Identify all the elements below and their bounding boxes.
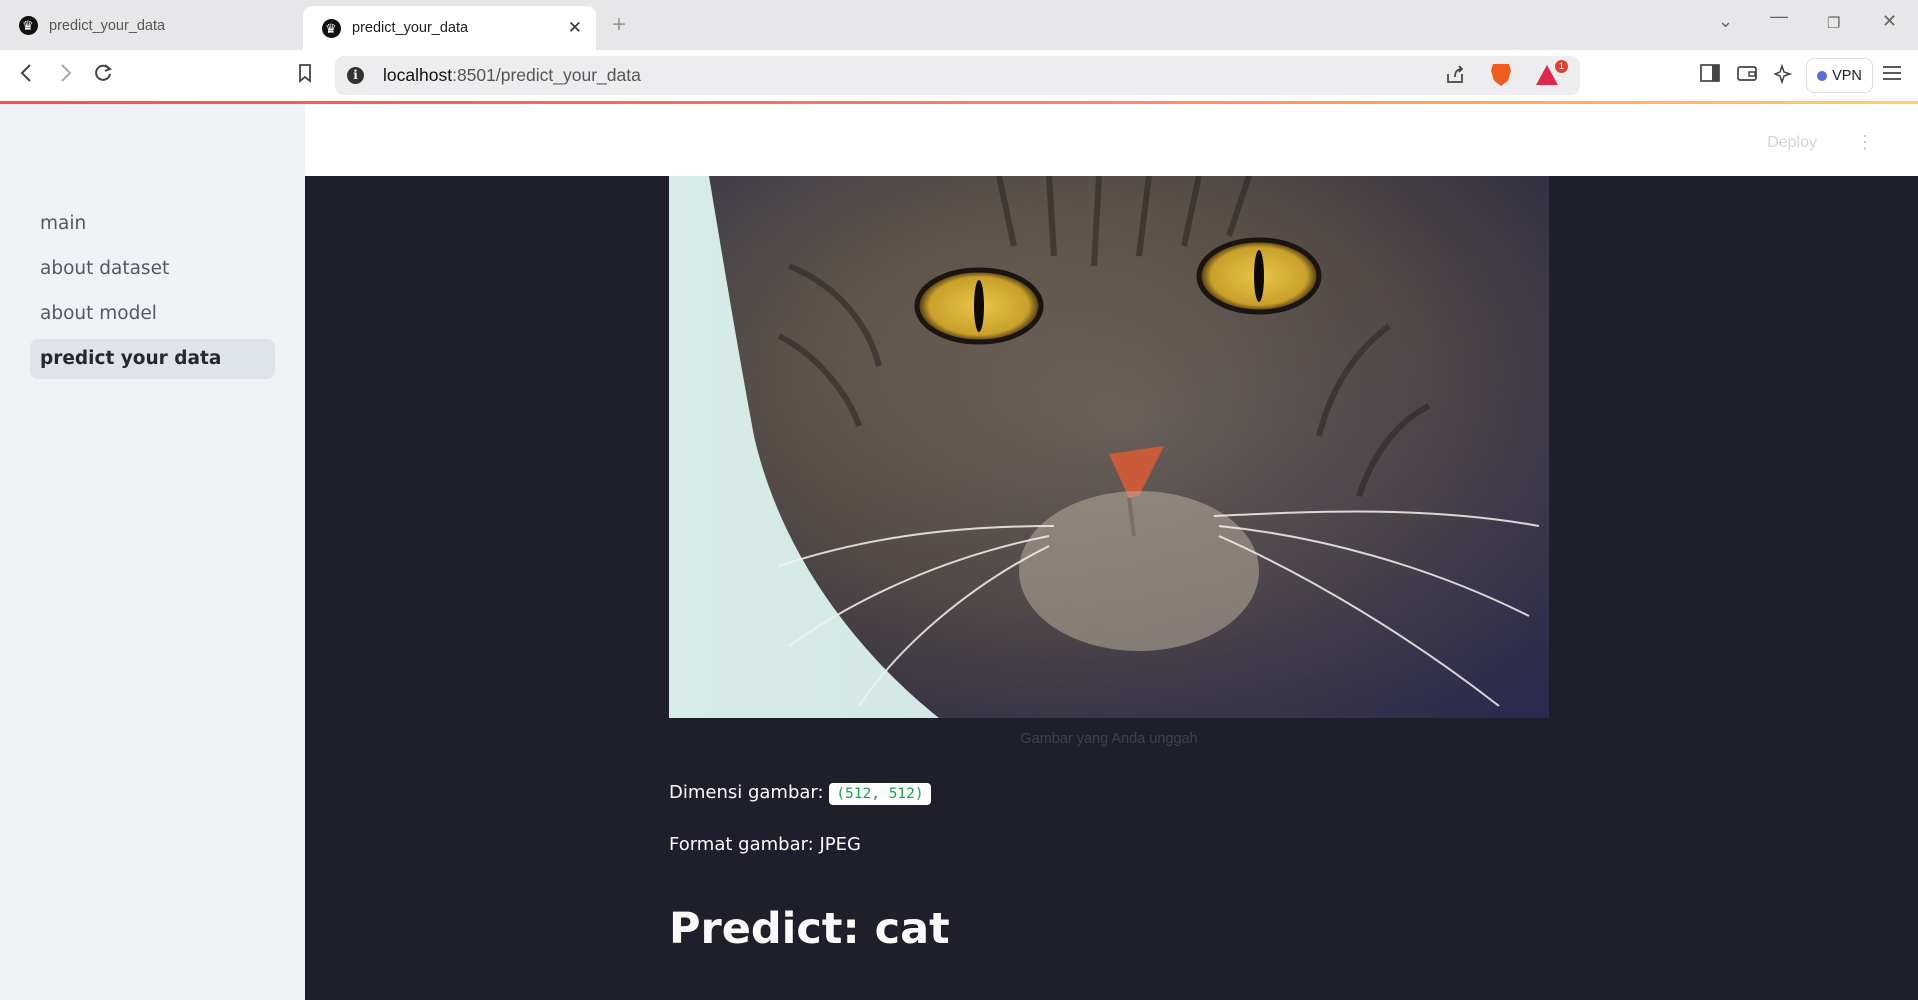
new-tab-icon[interactable]: + — [612, 11, 626, 39]
main-menu-icon[interactable]: ⋮ — [1856, 132, 1874, 153]
sidebar-item-about-model[interactable]: about model — [30, 294, 275, 334]
sidebar-item-predict-your-data[interactable]: predict your data — [30, 339, 275, 379]
uploaded-image — [669, 176, 1549, 718]
dimension-label: Dimensi gambar: — [669, 782, 824, 803]
prediction-heading: Predict: cat — [669, 904, 950, 954]
url-path: :8501/predict_your_data — [452, 65, 641, 85]
info-icon[interactable]: i — [347, 67, 364, 84]
vpn-status-icon — [1817, 70, 1828, 81]
sidebar-item-about-dataset[interactable]: about dataset — [30, 249, 275, 289]
sidebar-toggle-icon[interactable] — [1700, 64, 1720, 88]
tab-strip: predict_your_data predict_your_data ✕ + … — [0, 0, 1918, 50]
rewards-badge: 1 — [1555, 60, 1568, 73]
sidebar-item-main[interactable]: main — [30, 204, 275, 244]
menu-icon[interactable] — [1882, 64, 1902, 88]
vpn-label: VPN — [1832, 67, 1862, 84]
format-line: Format gambar: JPEG — [669, 834, 861, 855]
browser-tab-2[interactable]: predict_your_data ✕ — [303, 6, 596, 50]
reload-icon[interactable] — [92, 62, 114, 90]
tab-title: predict_your_data — [352, 20, 469, 36]
deploy-button[interactable]: Deploy — [1767, 134, 1817, 152]
leo-ai-icon[interactable] — [1772, 63, 1794, 90]
close-window-icon[interactable]: ✕ — [1882, 11, 1897, 32]
wallet-icon[interactable] — [1737, 64, 1757, 88]
share-icon[interactable] — [1445, 65, 1465, 90]
image-caption: Gambar yang Anda unggah — [1020, 731, 1198, 747]
tab-title: predict_your_data — [49, 17, 166, 34]
tab-list-chevron-icon[interactable]: ⌄ — [1718, 11, 1733, 32]
restore-icon[interactable]: ❐ — [1827, 14, 1840, 32]
back-icon[interactable] — [18, 62, 36, 90]
brave-shield-icon[interactable] — [1491, 64, 1511, 86]
vpn-button[interactable]: VPN — [1806, 58, 1873, 93]
close-tab-icon[interactable]: ✕ — [568, 18, 582, 38]
app-header: Deploy ⋮ — [305, 104, 1918, 176]
dimension-line: Dimensi gambar: (512, 512) — [669, 782, 931, 805]
app-sidebar: main about dataset about model predict y… — [0, 104, 305, 1000]
browser-tab-1[interactable]: predict_your_data — [0, 6, 300, 45]
url-host: localhost — [383, 65, 453, 85]
dimension-value: (512, 512) — [829, 783, 931, 805]
streamlit-favicon-icon — [322, 18, 341, 38]
bookmark-icon[interactable] — [296, 62, 314, 90]
address-bar[interactable]: i localhost:8501/predict_your_data 1 — [335, 56, 1580, 95]
browser-toolbar: i localhost:8501/predict_your_data 1 VPN — [0, 50, 1918, 101]
forward-icon[interactable] — [56, 62, 74, 90]
minimize-icon[interactable]: — — [1770, 6, 1788, 27]
main-content: Gambar yang Anda unggah Dimensi gambar: … — [305, 176, 1918, 1000]
url-text: localhost:8501/predict_your_data — [383, 65, 641, 86]
streamlit-favicon-icon — [19, 16, 38, 35]
